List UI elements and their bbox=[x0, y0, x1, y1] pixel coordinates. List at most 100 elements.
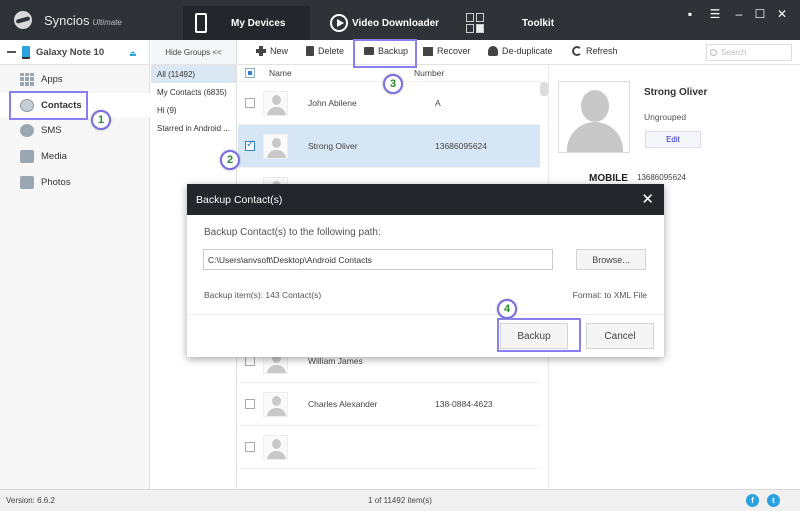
contact-photo bbox=[558, 81, 630, 153]
step-badge-4: 4 bbox=[497, 299, 517, 319]
group-item-starred[interactable]: Starred in Android ... bbox=[151, 119, 236, 137]
collapse-icon[interactable] bbox=[7, 51, 16, 53]
avatar bbox=[263, 391, 288, 417]
device-name: Galaxy Note 10 bbox=[36, 46, 105, 58]
group-item-my-contacts[interactable]: My Contacts (6835) bbox=[151, 83, 236, 101]
sms-icon bbox=[20, 123, 34, 137]
avatar bbox=[263, 90, 288, 116]
mobile-value: 13686095624 bbox=[637, 173, 686, 182]
brand-edition: Ultimate bbox=[92, 18, 122, 27]
browse-button[interactable]: Browse... bbox=[576, 249, 646, 270]
status-bar: Version: 6.6.2 1 of 11492 item(s) f t bbox=[0, 489, 800, 511]
sidebar-item-photos[interactable]: Photos bbox=[0, 170, 150, 194]
tab-label: My Devices bbox=[231, 17, 286, 29]
sidebar-item-label: SMS bbox=[41, 124, 62, 136]
new-button[interactable]: New bbox=[256, 46, 288, 56]
select-all-checkbox[interactable] bbox=[245, 68, 255, 78]
tab-toolkit[interactable]: Toolkit bbox=[460, 6, 590, 40]
avatar bbox=[263, 434, 288, 460]
recover-icon bbox=[423, 46, 433, 56]
refresh-label: Refresh bbox=[586, 46, 618, 56]
maximize-icon[interactable]: ☐ bbox=[752, 7, 768, 21]
contact-number: A bbox=[435, 98, 441, 108]
trash-icon bbox=[306, 46, 314, 56]
row-checkbox[interactable] bbox=[245, 139, 255, 151]
hide-groups-button[interactable]: Hide Groups << bbox=[151, 40, 236, 65]
step-badge-1: 1 bbox=[91, 110, 111, 130]
search-input[interactable]: Search bbox=[706, 44, 792, 61]
contact-name: Strong Oliver bbox=[308, 141, 358, 151]
sidebar-item-apps[interactable]: Apps bbox=[0, 67, 150, 91]
app-brand: Syncios Ultimate bbox=[44, 13, 122, 28]
media-icon bbox=[20, 149, 34, 163]
group-item-all[interactable]: All (11492) bbox=[151, 65, 236, 83]
dialog-close-icon[interactable]: ✕ bbox=[641, 190, 654, 208]
format-label: Format: to XML File bbox=[572, 290, 647, 300]
sidebar-item-media[interactable]: Media bbox=[0, 144, 150, 168]
delete-button[interactable]: Delete bbox=[306, 46, 344, 56]
device-phone-icon bbox=[22, 45, 30, 59]
sidebar-item-sms[interactable]: SMS bbox=[0, 118, 150, 142]
table-row[interactable]: Strong Oliver 13686095624 bbox=[238, 125, 540, 168]
table-row[interactable]: Charles Alexander 138-0884-4623 bbox=[238, 383, 540, 426]
contact-name: John Abilene bbox=[308, 98, 357, 108]
play-icon bbox=[330, 14, 348, 32]
apps-icon bbox=[20, 72, 34, 86]
sidebar-item-label: Apps bbox=[41, 73, 63, 85]
sidebar-item-label: Photos bbox=[41, 176, 71, 188]
dialog-cancel-button[interactable]: Cancel bbox=[586, 323, 654, 349]
contacts-highlight bbox=[9, 91, 88, 120]
search-icon bbox=[710, 49, 717, 56]
toolkit-grid-icon bbox=[466, 13, 484, 33]
plus-icon bbox=[256, 46, 266, 56]
phone-icon bbox=[195, 13, 207, 33]
feedback-icon[interactable]: ▪ bbox=[682, 7, 698, 21]
refresh-button[interactable]: Refresh bbox=[572, 46, 618, 56]
photos-icon bbox=[20, 175, 34, 189]
dialog-backup-highlight bbox=[497, 318, 581, 352]
refresh-icon bbox=[572, 46, 582, 56]
column-number[interactable]: Number bbox=[414, 68, 444, 78]
recover-button[interactable]: Recover bbox=[423, 46, 471, 56]
detail-group: Ungrouped bbox=[644, 112, 687, 122]
contacts-toolbar: New Delete Backup Recover De-duplicate R… bbox=[238, 40, 800, 65]
deduplicate-label: De-duplicate bbox=[502, 46, 553, 56]
syncios-logo-icon bbox=[14, 11, 32, 29]
row-checkbox[interactable] bbox=[245, 98, 255, 108]
row-checkbox[interactable] bbox=[245, 399, 255, 409]
deduplicate-icon bbox=[488, 46, 498, 56]
twitter-icon[interactable]: t bbox=[767, 494, 780, 507]
eject-icon[interactable]: ⏏ bbox=[129, 49, 137, 58]
dialog-title: Backup Contact(s) bbox=[196, 193, 283, 206]
list-scrollbar[interactable] bbox=[540, 82, 548, 96]
row-checkbox[interactable] bbox=[245, 356, 255, 366]
facebook-icon[interactable]: f bbox=[746, 494, 759, 507]
tab-label: Toolkit bbox=[522, 17, 555, 29]
table-row[interactable] bbox=[238, 426, 540, 469]
edit-button[interactable]: Edit bbox=[645, 131, 701, 148]
menu-icon[interactable]: ☰ bbox=[707, 7, 723, 21]
row-checkbox[interactable] bbox=[245, 442, 255, 452]
tab-video-downloader[interactable]: Video Downloader bbox=[312, 6, 457, 40]
avatar bbox=[263, 133, 288, 159]
close-icon[interactable]: ✕ bbox=[774, 7, 790, 21]
device-row[interactable]: Galaxy Note 10 ⏏ bbox=[0, 40, 149, 65]
minimize-icon[interactable]: – bbox=[731, 7, 747, 21]
detail-name: Strong Oliver bbox=[644, 87, 708, 98]
recover-label: Recover bbox=[437, 46, 471, 56]
tab-my-devices[interactable]: My Devices bbox=[183, 6, 310, 40]
deduplicate-button[interactable]: De-duplicate bbox=[488, 46, 553, 56]
dialog-divider bbox=[187, 314, 664, 315]
step-badge-3: 3 bbox=[383, 74, 403, 94]
backup-path-input[interactable]: C:\Users\anvsoft\Desktop\Android Contact… bbox=[203, 249, 553, 270]
path-label: Backup Contact(s) to the following path: bbox=[204, 227, 381, 238]
brand-name: Syncios bbox=[44, 13, 90, 28]
backup-highlight bbox=[353, 39, 417, 68]
group-item-hi[interactable]: Hi (9) bbox=[151, 101, 236, 119]
search-placeholder: Search bbox=[721, 48, 747, 57]
backup-contacts-dialog: Backup Contact(s) ✕ Backup Contact(s) to… bbox=[187, 184, 664, 357]
step-badge-2: 2 bbox=[220, 150, 240, 170]
contact-number: 13686095624 bbox=[435, 141, 488, 151]
contact-name: Charles Alexander bbox=[308, 399, 378, 409]
contact-name: William James bbox=[308, 356, 363, 366]
